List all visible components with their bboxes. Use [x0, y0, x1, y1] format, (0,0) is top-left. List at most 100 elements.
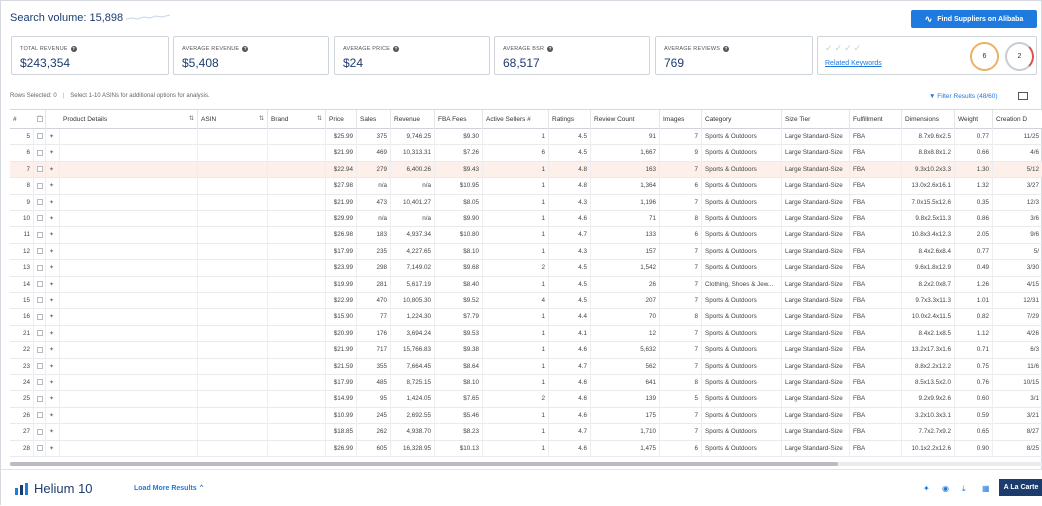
row-checkbox[interactable]: [37, 182, 43, 189]
table-row[interactable]: 14 ✦ $19.99 281 5,617.19 $8.40 1 4.5 26 7 Clothing…: [10, 276, 1042, 293]
pin-icon[interactable]: ✦: [49, 396, 54, 402]
row-checkbox[interactable]: [37, 395, 43, 402]
row-checkbox[interactable]: [37, 264, 43, 271]
cell-product: [60, 325, 198, 342]
column-header[interactable]: Dimensions: [902, 110, 955, 129]
table-header: #⇅Product Details⇅ASIN⇅Brand⇅PriceSalesR…: [10, 110, 1042, 129]
column-header[interactable]: Weight: [955, 110, 993, 129]
cell-wt: 1.30: [955, 161, 993, 178]
pin-icon[interactable]: ✦: [49, 314, 54, 320]
table-row[interactable]: 15 ✦ $22.99 470 10,805.30 $9.52 4 4.5 207 7 Sports…: [10, 293, 1042, 310]
help-icon[interactable]: ?: [70, 46, 77, 52]
table-row[interactable]: 10 ✦ $29.99 n/a n/a $9.90 1 4.6 71 8 Sports & Outd…: [10, 211, 1042, 228]
column-settings-icon[interactable]: [1018, 92, 1028, 100]
pin-icon[interactable]: ✦: [49, 150, 54, 156]
pin-icon[interactable]: ✦: [49, 249, 54, 255]
row-checkbox[interactable]: [37, 362, 43, 369]
table-row[interactable]: 28 ✦ $26.99 605 16,328.95 $10.13 1 4.6 1,475 6 Spo…: [10, 440, 1042, 457]
pin-icon[interactable]: ✦: [49, 380, 54, 386]
column-header[interactable]: Creation D: [993, 110, 1042, 129]
pin-icon[interactable]: ✦: [49, 347, 54, 353]
pin-icon[interactable]: ✦: [49, 183, 54, 189]
row-checkbox[interactable]: [37, 198, 43, 205]
pin-icon[interactable]: ✦: [49, 200, 54, 206]
pin-icon[interactable]: ✦: [49, 298, 54, 304]
select-all-checkbox[interactable]: [37, 116, 43, 122]
table-row[interactable]: 27 ✦ $18.85 262 4,938.70 $8.23 1 4.7 1,710 7 Sport…: [10, 424, 1042, 441]
pin-icon[interactable]: ✦: [49, 167, 54, 173]
table-row[interactable]: 23 ✦ $21.59 355 7,664.45 $8.64 1 4.7 562 7 Sports …: [10, 358, 1042, 375]
scrollbar-thumb[interactable]: [10, 462, 838, 466]
help-icon[interactable]: ?: [393, 46, 400, 52]
table-row[interactable]: 22 ✦ $21.99 717 15,766.83 $9.38 1 4.6 5,632 7 Spor…: [10, 342, 1042, 359]
row-checkbox[interactable]: [37, 428, 43, 435]
row-checkbox[interactable]: [37, 231, 43, 238]
row-checkbox[interactable]: [37, 215, 43, 222]
help-icon[interactable]: ?: [242, 46, 249, 52]
download-icon[interactable]: ⤓: [962, 484, 966, 494]
column-header[interactable]: ASIN ⇅: [198, 110, 268, 129]
table-row[interactable]: 11 ✦ $26.98 183 4,937.34 $10.80 1 4.7 133 6 Sports…: [10, 227, 1042, 244]
column-header[interactable]: Review Count: [591, 110, 660, 129]
column-header[interactable]: Ratings: [549, 110, 591, 129]
load-more-results-button[interactable]: Load More Results ⌃: [134, 484, 204, 492]
row-checkbox[interactable]: [37, 346, 43, 353]
column-header[interactable]: Brand ⇅: [268, 110, 326, 129]
pin-icon[interactable]: ✦: [49, 216, 54, 222]
cell-dim: 8.2x2.0x8.7: [902, 276, 955, 293]
pin-icon[interactable]: ✦: [49, 446, 54, 452]
help-icon[interactable]: ?: [723, 46, 730, 52]
pin-icon[interactable]: ✦: [49, 331, 54, 337]
column-header[interactable]: Sales: [357, 110, 391, 129]
table-row[interactable]: 13 ✦ $23.99 298 7,149.02 $9.68 2 4.5 1,542 7 Sport…: [10, 260, 1042, 277]
find-suppliers-alibaba-button[interactable]: ∿ Find Suppliers on Alibaba: [911, 10, 1037, 28]
horizontal-scrollbar[interactable]: [10, 462, 1042, 466]
pin-icon[interactable]: ✦: [49, 265, 54, 271]
row-checkbox[interactable]: [37, 330, 43, 337]
plan-badge[interactable]: A La Carte: [999, 479, 1042, 496]
pin-icon[interactable]: ✦: [49, 429, 54, 435]
table-row[interactable]: 12 ✦ $17.99 235 4,227.65 $8.10 1 4.3 157 7 Sports …: [10, 243, 1042, 261]
row-checkbox[interactable]: [37, 280, 43, 287]
row-checkbox[interactable]: [37, 297, 43, 304]
column-header[interactable]: Category: [702, 110, 782, 129]
row-checkbox[interactable]: [37, 313, 43, 320]
column-header[interactable]: Size Tier: [782, 110, 850, 129]
pin-icon[interactable]: ✦: [49, 282, 54, 288]
camera-icon[interactable]: ◉: [942, 484, 949, 493]
filter-results-button[interactable]: ▼ Filter Results (48/60): [929, 93, 998, 100]
table-row[interactable]: 21 ✦ $20.99 176 3,694.24 $9.53 1 4.1 12 7 Sports &…: [10, 325, 1042, 343]
pin-icon[interactable]: ✦: [923, 484, 930, 493]
table-row[interactable]: 24 ✦ $17.99 485 8,725.15 $8.10 1 4.6 641 8 Sports …: [10, 375, 1042, 392]
related-keywords-link[interactable]: Related Keywords: [825, 60, 882, 67]
pin-icon[interactable]: ✦: [49, 413, 54, 419]
row-checkbox[interactable]: [37, 149, 43, 156]
table-row[interactable]: 25 ✦ $14.99 95 1,424.05 $7.65 2 4.6 139 5 Sports &…: [10, 391, 1042, 408]
row-checkbox[interactable]: [37, 444, 43, 451]
column-header[interactable]: Revenue: [391, 110, 435, 129]
row-checkbox[interactable]: [37, 248, 43, 255]
row-checkbox[interactable]: [37, 166, 43, 173]
table-row[interactable]: 7 ✦ $22.94 279 6,400.26 $9.43 1 4.8 163 7 Sports &…: [10, 161, 1042, 179]
column-header[interactable]: FBA Fees: [435, 110, 483, 129]
row-checkbox[interactable]: [37, 379, 43, 386]
pin-icon[interactable]: ✦: [49, 364, 54, 370]
pin-icon[interactable]: ✦: [49, 134, 54, 140]
table-row[interactable]: 5 ✦ $25.99 375 9,746.25 $9.30 1 4.5 91 7 Sports & …: [10, 129, 1042, 146]
column-header[interactable]: Fulfillment: [850, 110, 902, 129]
column-header[interactable]: Product Details ⇅: [60, 110, 198, 129]
pin-icon[interactable]: ✦: [49, 232, 54, 238]
row-checkbox[interactable]: [37, 412, 43, 419]
help-icon[interactable]: ?: [547, 46, 554, 52]
cell-size: Large Standard-Size: [782, 194, 850, 211]
table-row[interactable]: 6 ✦ $21.99 469 10,313.31 $7.26 6 4.5 1,667 9 Sport…: [10, 145, 1042, 162]
column-header[interactable]: Images: [660, 110, 702, 129]
table-row[interactable]: 26 ✦ $10.99 245 2,692.55 $5.46 1 4.6 175 7 Sports …: [10, 407, 1042, 425]
table-row[interactable]: 9 ✦ $21.99 473 10,401.27 $8.05 1 4.3 1,196 7 Sport…: [10, 194, 1042, 211]
calculator-icon[interactable]: ▦: [982, 484, 990, 493]
row-checkbox[interactable]: [37, 133, 43, 140]
table-row[interactable]: 8 ✦ $27.98 n/a n/a $10.95 1 4.8 1,364 6 Sports & O…: [10, 178, 1042, 195]
column-header[interactable]: Price: [326, 110, 357, 129]
column-header[interactable]: Active Sellers #: [483, 110, 549, 129]
table-row[interactable]: 16 ✦ $15.90 77 1,224.30 $7.79 1 4.4 70 8 Sports & …: [10, 309, 1042, 326]
